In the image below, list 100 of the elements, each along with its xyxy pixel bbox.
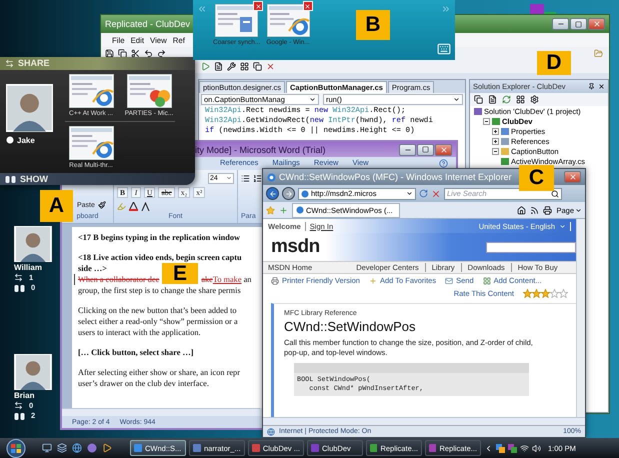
star-icon[interactable] xyxy=(550,289,559,298)
brush-icon[interactable] xyxy=(98,201,106,209)
chevron-left-icon[interactable] xyxy=(484,444,493,452)
star-icon[interactable] xyxy=(541,289,550,298)
folder-icon[interactable] xyxy=(594,49,603,58)
file-icon[interactable] xyxy=(488,95,497,104)
share-icon xyxy=(5,58,14,68)
app-icon xyxy=(252,444,260,452)
window-thumbnail[interactable] xyxy=(215,4,258,37)
scrollbar[interactable] xyxy=(263,417,585,425)
close-icon xyxy=(254,2,262,10)
app-icon xyxy=(311,444,319,452)
callout-label: E xyxy=(162,263,198,284)
undo-icon[interactable] xyxy=(144,49,153,58)
scrollbar[interactable] xyxy=(62,408,260,416)
grid-icon xyxy=(482,276,491,284)
window-thumbnail[interactable] xyxy=(68,74,114,108)
grid-icon[interactable] xyxy=(516,95,525,104)
copy-icon[interactable] xyxy=(253,62,262,71)
maximize-icon xyxy=(422,146,429,153)
layers-icon[interactable] xyxy=(56,442,68,454)
callout-label: A xyxy=(40,190,73,222)
minimize-button[interactable] xyxy=(399,144,416,156)
window-title: ity Mode] - Microsoft Word (Trial) xyxy=(195,144,326,154)
document-line: side …> xyxy=(78,263,107,274)
page-heading: CWnd::SetWindowPos xyxy=(284,319,416,334)
star-icon[interactable] xyxy=(559,289,568,298)
redo-icon[interactable] xyxy=(157,49,166,58)
close-button[interactable] xyxy=(588,18,605,30)
grow-font-icon[interactable] xyxy=(141,202,150,210)
mail-icon xyxy=(445,276,454,284)
share-icon xyxy=(14,273,23,282)
panel-footer: SHOW xyxy=(20,174,48,184)
window-title: Replicated - ClubDev xyxy=(105,19,190,29)
delete-icon[interactable] xyxy=(266,62,275,71)
star-icon[interactable] xyxy=(523,289,532,298)
save-icon[interactable] xyxy=(105,49,114,58)
collapse-icon[interactable] xyxy=(483,118,490,124)
numbered-list-icon[interactable] xyxy=(253,174,262,182)
callout-label: D xyxy=(537,51,571,75)
search-field[interactable] xyxy=(486,242,576,252)
caret-icon xyxy=(453,96,460,103)
start-button[interactable] xyxy=(4,438,28,458)
wrench-icon[interactable] xyxy=(227,62,236,71)
forward-button[interactable] xyxy=(282,187,295,200)
feed-icon[interactable] xyxy=(530,206,540,214)
list-icon[interactable] xyxy=(241,174,250,182)
minimize-button[interactable] xyxy=(552,18,569,30)
window-thumbnail[interactable] xyxy=(68,126,114,160)
scissors-icon[interactable] xyxy=(131,49,140,58)
document-line: group, the first step is to change the share permis xyxy=(78,285,241,296)
search-icon[interactable] xyxy=(551,190,559,198)
browser-icon xyxy=(267,172,276,182)
maximize-button[interactable] xyxy=(417,144,434,156)
grid-icon[interactable] xyxy=(240,62,249,71)
window-thumbnail[interactable] xyxy=(266,4,310,37)
binoculars-icon xyxy=(14,284,25,292)
globe-icon[interactable] xyxy=(71,442,83,454)
close-button[interactable] xyxy=(435,144,452,156)
font-color-icon[interactable] xyxy=(129,202,138,210)
home-icon[interactable] xyxy=(517,206,526,214)
pin-icon[interactable] xyxy=(588,83,595,90)
expand-icon[interactable] xyxy=(492,128,499,134)
collapse-icon[interactable] xyxy=(492,148,499,154)
copy-icon[interactable] xyxy=(118,49,127,58)
play-icon[interactable] xyxy=(201,62,210,71)
help-icon[interactable] xyxy=(439,159,448,168)
volume-icon[interactable] xyxy=(532,444,541,452)
monitor-icon[interactable] xyxy=(41,442,53,454)
settings-icon[interactable] xyxy=(530,95,539,104)
stop-icon[interactable] xyxy=(431,188,441,198)
maximize-icon xyxy=(575,20,582,28)
star-icon[interactable] xyxy=(532,289,541,298)
refresh-icon[interactable] xyxy=(419,189,428,198)
logo: msdn xyxy=(271,237,320,257)
keyboard-icon[interactable] xyxy=(437,42,451,56)
browser-icon xyxy=(296,206,304,214)
network-icon[interactable] xyxy=(520,444,529,452)
close-button[interactable] xyxy=(564,171,581,183)
file-icon[interactable] xyxy=(214,62,223,71)
copy-icon[interactable] xyxy=(474,95,483,104)
play-icon[interactable] xyxy=(101,442,113,454)
printer-icon[interactable] xyxy=(543,206,552,214)
deleted-text: When a collaborator dee xyxy=(78,274,160,285)
close-icon[interactable] xyxy=(598,83,605,90)
window-thumbnail[interactable] xyxy=(126,74,172,108)
sphere-icon[interactable] xyxy=(86,442,98,454)
document-line: users to interact with the application. xyxy=(78,327,201,338)
caret-icon xyxy=(226,175,232,181)
project-icon xyxy=(492,117,500,125)
maximize-button[interactable] xyxy=(570,18,587,30)
scrollbar[interactable] xyxy=(576,219,585,417)
globe-icon xyxy=(267,428,275,436)
solution-icon xyxy=(474,107,482,115)
app-icon xyxy=(193,444,201,452)
expand-icon[interactable] xyxy=(492,138,499,144)
document-line: Clicking on the new button that’s been added to xyxy=(78,305,237,316)
caret-icon xyxy=(309,96,316,103)
back-button[interactable] xyxy=(266,187,279,200)
refresh-icon[interactable] xyxy=(502,95,511,104)
